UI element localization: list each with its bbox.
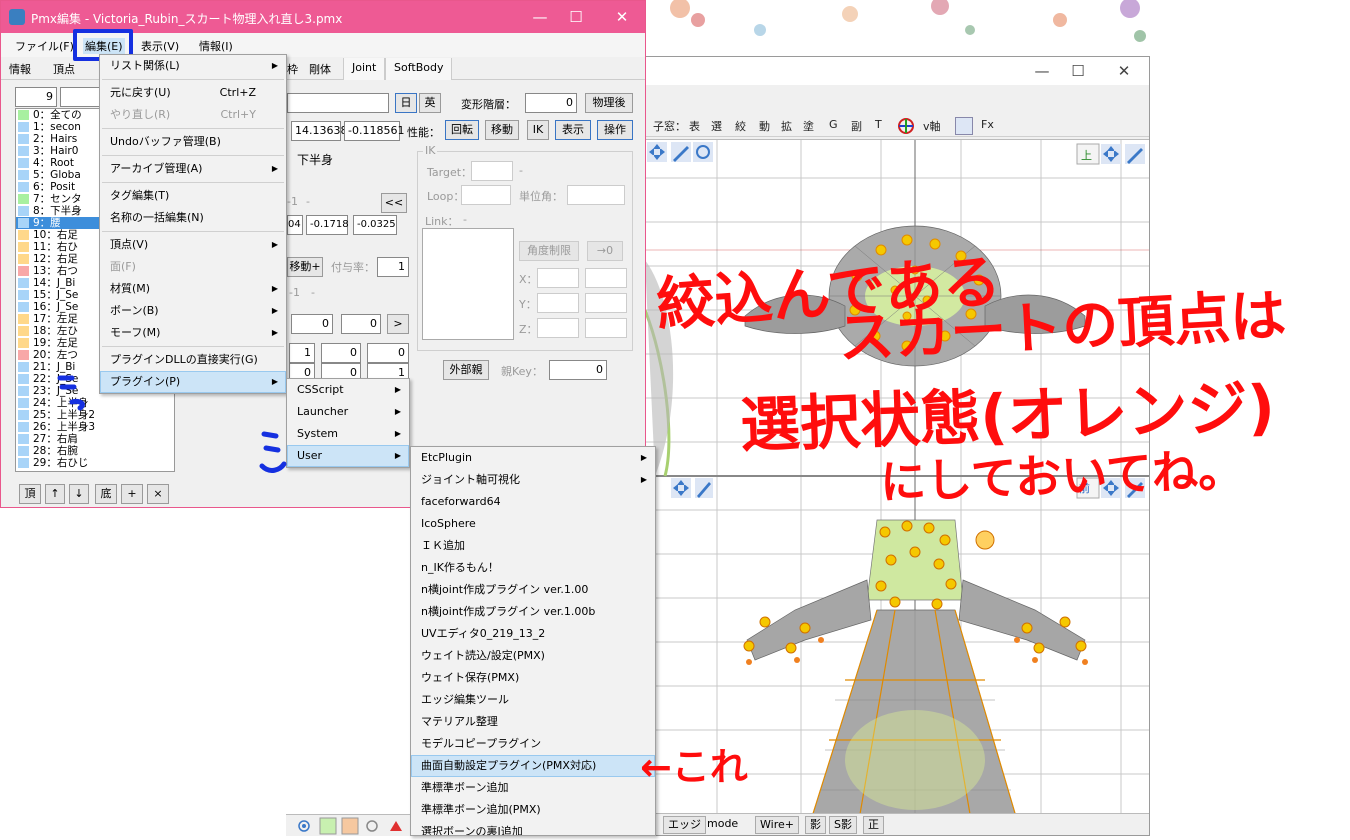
annotation-line-4: にしておいてね。 [879,442,1245,510]
annotation-pointer: ←これ [640,745,748,789]
